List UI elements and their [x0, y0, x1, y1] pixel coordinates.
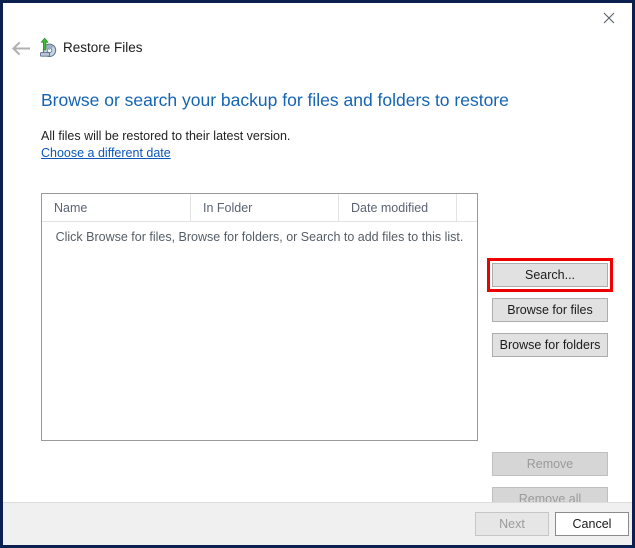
remove-button: Remove	[492, 452, 608, 476]
restore-version-note: All files will be restored to their late…	[41, 129, 291, 143]
close-icon	[603, 12, 615, 24]
window-title: Restore Files	[63, 40, 143, 55]
title-bar: Restore Files	[3, 3, 632, 71]
back-arrow-icon	[11, 41, 30, 55]
browse-for-folders-button[interactable]: Browse for folders	[492, 333, 608, 357]
browse-for-files-button[interactable]: Browse for files	[492, 298, 608, 322]
page-title: Browse or search your backup for files a…	[41, 90, 509, 110]
restore-files-icon	[36, 37, 58, 59]
choose-different-date-link[interactable]: Choose a different date	[41, 145, 171, 162]
column-header-extra[interactable]	[456, 194, 477, 221]
close-window-button[interactable]	[586, 3, 632, 33]
next-button: Next	[475, 512, 549, 536]
restore-files-window: Restore Files Browse or search your back…	[0, 0, 635, 548]
cancel-button[interactable]: Cancel	[555, 512, 629, 536]
column-header-name[interactable]: Name	[42, 194, 190, 221]
file-list-header: Name In Folder Date modified	[42, 194, 477, 222]
file-list-empty-message: Click Browse for files, Browse for folde…	[55, 230, 464, 244]
column-header-date-modified[interactable]: Date modified	[338, 194, 456, 221]
content-area: Browse or search your backup for files a…	[3, 71, 632, 511]
back-button[interactable]	[8, 35, 34, 61]
footer-bar: Next Cancel	[3, 502, 632, 545]
column-header-in-folder[interactable]: In Folder	[190, 194, 338, 221]
search-button[interactable]: Search...	[492, 263, 608, 287]
backup-restore-glyph-icon	[40, 37, 57, 57]
file-list-box[interactable]: Name In Folder Date modified Click Brows…	[41, 193, 478, 441]
